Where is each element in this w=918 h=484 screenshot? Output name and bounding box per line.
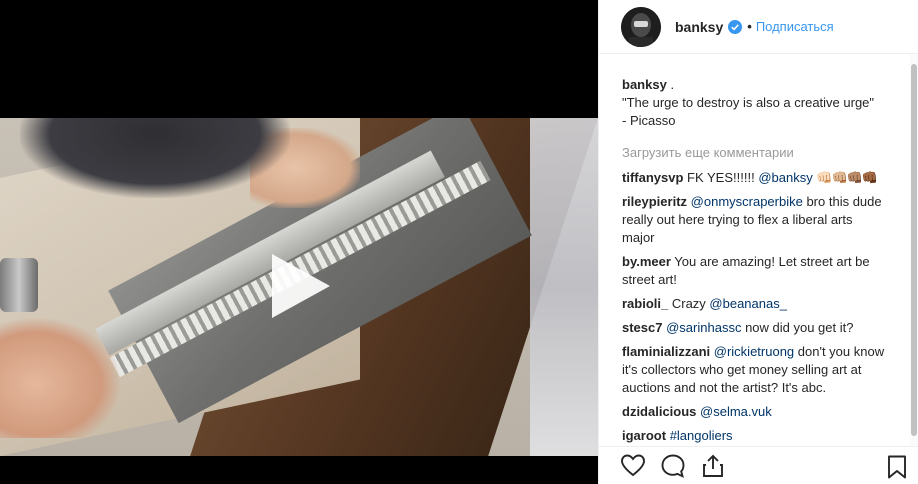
comment-item: rabioli_ Crazy @beananas_ [622,295,887,313]
comment-mention[interactable]: @rickietruong [714,344,794,359]
avatar-image [621,6,661,47]
comment-username[interactable]: rabioli_ [622,296,668,311]
comment-text: FK YES!!!!!! [683,170,759,185]
bookmark-icon[interactable] [885,454,909,480]
header-username[interactable]: banksy [675,19,723,35]
video-sleeve [20,118,290,198]
comment-username[interactable]: stesc7 [622,320,662,335]
caption-dot: . [670,77,675,92]
comment-item: tiffanysvp FK YES!!!!!! @banksy 👊🏻👊🏼👊🏽👊🏾 [622,169,887,187]
post-sidebar: banksy • Подписаться banksy . "The urge … [598,0,918,484]
comment-mention[interactable]: @beananas_ [709,296,787,311]
post-caption: banksy . "The urge to destroy is also a … [622,76,887,130]
caption-line-2: - Picasso [622,113,676,128]
comment-username[interactable]: dzidalicious [622,404,696,419]
comment-mention[interactable]: @onmyscraperbike [691,194,803,209]
comment-username[interactable]: rileypieritz [622,194,687,209]
verified-badge-icon [728,19,743,34]
comment-item: dzidalicious @selma.vuk [622,403,887,421]
comment-item: igaroot #langoliers [622,427,887,445]
comment-username[interactable]: flaminializzani [622,344,710,359]
avatar[interactable] [621,6,661,47]
follow-button[interactable]: Подписаться [756,19,834,34]
comment-username[interactable]: by.meer [622,254,671,269]
comment-text: Crazy [668,296,710,311]
comments-list: banksy . "The urge to destroy is also a … [599,66,909,446]
comment-item: stesc7 @sarinhassc now did you get it? [622,319,887,337]
comment-mention[interactable]: @banksy [758,170,812,185]
heart-icon[interactable] [620,453,646,479]
video-player[interactable] [0,0,598,484]
comment-item: by.meer You are amazing! Let street art … [622,253,887,289]
fist-emoji-icon: 👊🏻👊🏼👊🏽👊🏾 [816,170,878,185]
share-icon[interactable] [700,453,726,479]
load-more-comments-button[interactable]: Загрузить еще комментарии [622,144,887,162]
comment-item: flaminializzani @rickietruong don't you … [622,343,887,397]
caption-username[interactable]: banksy [622,77,667,92]
comment-mention[interactable]: @selma.vuk [700,404,772,419]
post-action-bar [599,446,918,484]
play-icon[interactable] [264,250,336,322]
comment-username[interactable]: igaroot [622,428,666,443]
comment-mention[interactable]: #langoliers [670,428,733,443]
header-separator: • [747,19,752,34]
post-header: banksy • Подписаться [599,0,918,54]
comment-item: rileypieritz @onmyscraperbike bro this d… [622,193,887,247]
video-plastic-wrap [530,118,598,456]
comment-text-post: now did you get it? [741,320,854,335]
video-hand-lower [0,318,120,438]
video-motor [0,258,38,312]
comments-scrollbar-thumb[interactable] [911,64,917,436]
caption-line-1: "The urge to destroy is also a creative … [622,95,875,110]
speech-bubble-icon[interactable] [660,453,686,479]
comment-username[interactable]: tiffanysvp [622,170,683,185]
comment-mention[interactable]: @sarinhassc [666,320,741,335]
